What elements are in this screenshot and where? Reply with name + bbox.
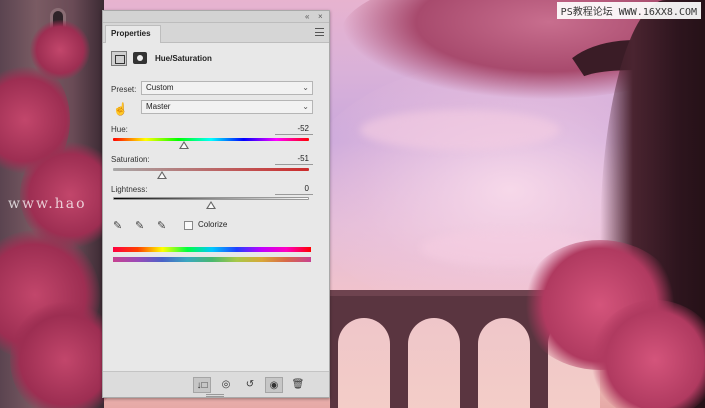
lightness-value-field[interactable]: 0 [275,184,313,195]
reset-icon[interactable]: ↺ [241,377,259,393]
watermark-left: www.hao [8,196,87,212]
collapse-panel-icon[interactable]: « [305,12,309,22]
hue-slider-thumb[interactable] [178,141,189,149]
panel-tabbar: Properties [103,23,329,43]
channel-dropdown[interactable]: Master ⌄ [141,100,313,114]
eyedropper-icon[interactable]: ✎ [113,219,127,233]
watermark-top-right: PS教程论坛 WWW.16XX8.COM [556,2,701,19]
hue-slider-track[interactable] [113,138,309,141]
close-panel-icon[interactable]: × [318,12,323,22]
aqueduct-arch [338,318,390,408]
mask-icon[interactable] [133,52,147,64]
cloud [360,110,560,150]
preset-label: Preset: [111,85,137,94]
hue-value-field[interactable]: -52 [275,124,313,135]
visibility-eye-icon[interactable]: ◉ [265,377,283,393]
eyedropper-minus-icon[interactable]: ✎ [157,219,171,233]
channel-value: Master [146,102,171,111]
properties-panel: « × Properties Hue/Saturation Preset: Cu… [102,10,330,398]
output-color-spectrum [113,257,311,262]
view-previous-icon[interactable]: ◎ [217,377,235,393]
aqueduct-arch [478,318,530,408]
panel-menu-icon[interactable] [315,28,324,36]
clip-to-layer-icon[interactable]: ↓□ [193,377,211,393]
preset-dropdown[interactable]: Custom ⌄ [141,81,313,95]
chevron-down-icon: ⌄ [302,102,309,111]
saturation-slider-thumb[interactable] [157,171,167,179]
panel-title-strip: « × [103,11,329,23]
saturation-value-field[interactable]: -51 [275,154,313,165]
tab-properties[interactable]: Properties [105,25,161,43]
adjustment-title: Hue/Saturation [155,54,212,63]
ivy-cluster [30,20,90,80]
panel-resize-grip[interactable] [206,394,224,397]
trash-icon[interactable]: 🗑 [289,377,307,393]
saturation-slider-track[interactable] [113,168,309,171]
lightness-label: Lightness: [111,185,148,194]
hue-saturation-icon[interactable] [111,51,127,66]
chevron-down-icon: ⌄ [302,83,309,92]
hue-label: Hue: [111,125,128,134]
colorize-checkbox[interactable] [184,221,193,230]
lightness-slider-track[interactable] [113,197,309,200]
adjustment-header: Hue/Saturation [103,49,329,71]
lightness-slider-thumb[interactable] [206,201,216,209]
saturation-label: Saturation: [111,155,150,164]
hand-icon[interactable]: ☝ [113,102,128,116]
input-color-spectrum [113,247,311,252]
eyedropper-plus-icon[interactable]: ✎ [135,219,149,233]
aqueduct-arch [408,318,460,408]
preset-value: Custom [146,83,174,92]
colorize-label: Colorize [198,220,228,229]
